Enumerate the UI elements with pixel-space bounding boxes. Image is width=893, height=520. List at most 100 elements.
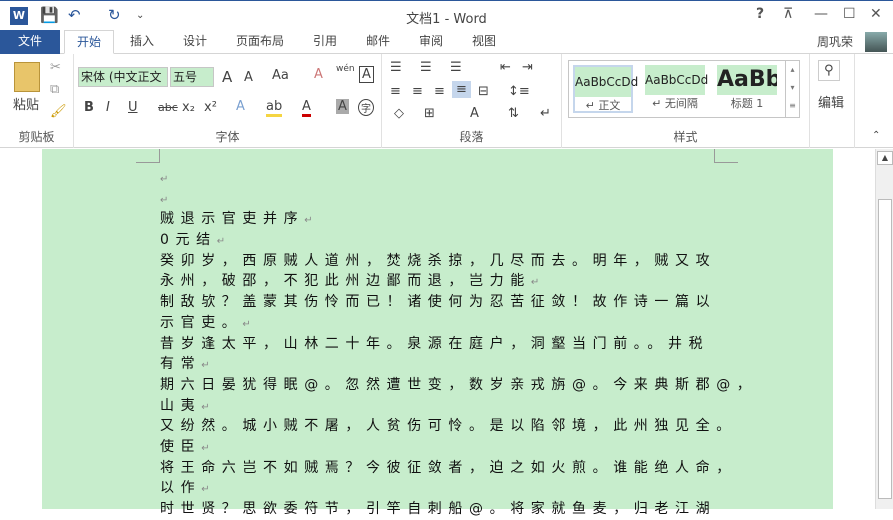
paste-icon[interactable]: [14, 62, 40, 92]
line-spacing-icon[interactable]: ↕≡: [508, 84, 530, 99]
text-line: 将王命六岂不如贼焉？今彼征敛者，迫之如火煎。谁能绝人命，: [160, 458, 757, 479]
gallery-scroll[interactable]: ▴ ▾ ≡: [785, 61, 799, 117]
superscript-button[interactable]: x²: [204, 100, 217, 115]
tab-design[interactable]: 设计: [183, 30, 207, 54]
style-heading-1[interactable]: AaBb 标题 1: [717, 65, 777, 113]
copy-icon[interactable]: ⧉: [50, 82, 59, 97]
tab-layout[interactable]: 页面布局: [236, 30, 284, 54]
editing-button[interactable]: 编辑: [818, 92, 844, 111]
line-text: 永州，破邵，不犯此州边鄙而退，岂力能: [160, 273, 531, 290]
paste-button[interactable]: 粘贴: [13, 94, 39, 113]
font-size-select[interactable]: 五号: [170, 67, 214, 87]
line-text: 癸卯岁，西原贼人道州，焚烧杀掠，几尽而去。明年，贼又攻: [160, 252, 717, 269]
line-text: 有常: [160, 356, 202, 373]
text-line: ↵: [160, 168, 757, 189]
change-case-icon[interactable]: Aa: [272, 68, 289, 83]
ribbon-display-button[interactable]: ⊼: [783, 6, 793, 22]
tab-mailings[interactable]: 邮件: [366, 30, 390, 54]
justify-icon[interactable]: ≡: [452, 81, 471, 98]
paragraph-mark-icon: ↵: [160, 174, 169, 185]
maximize-button[interactable]: ☐: [843, 6, 856, 22]
style-name: ↵ 无间隔: [652, 97, 698, 110]
subscript-button[interactable]: x₂: [182, 100, 195, 115]
text-line: ↵: [160, 189, 757, 210]
line-text: 示官吏。: [160, 314, 243, 331]
text-line: 癸卯岁，西原贼人道州，焚烧杀掠，几尽而去。明年，贼又攻: [160, 251, 757, 272]
char-border-icon[interactable]: A: [359, 66, 374, 83]
line-text: 将王命六岂不如贼焉？今彼征敛者，迫之如火煎。谁能绝人命，: [160, 459, 737, 476]
strikethrough-button[interactable]: abc: [158, 101, 178, 114]
tab-review[interactable]: 审阅: [419, 30, 443, 54]
scroll-up-icon[interactable]: ▲: [877, 151, 893, 165]
minimize-button[interactable]: —: [814, 6, 828, 22]
increase-indent-icon[interactable]: ⇥: [522, 60, 533, 75]
bold-button[interactable]: B: [84, 100, 94, 115]
clipboard-label: 剪贴板: [18, 130, 55, 144]
char-shading-icon[interactable]: A: [336, 99, 349, 114]
paragraph-mark-icon: ↵: [242, 318, 251, 330]
line-text: 山夷: [160, 397, 202, 414]
asian-layout-icon[interactable]: A: [470, 106, 479, 121]
help-button[interactable]: ?: [756, 6, 764, 22]
line-text: 时世贤？思欲委符节，引竿自刺船@。将家就鱼麦，归老江湖: [160, 501, 717, 517]
style-no-spacing[interactable]: AaBbCcDd ↵ 无间隔: [645, 65, 708, 113]
font-group: 宋体 (中文正文 五号 A A Aa A wén A B I U abc x₂ …: [74, 54, 382, 148]
text-effects-icon[interactable]: A: [236, 99, 245, 114]
bullets-icon[interactable]: ☰: [390, 60, 402, 75]
text-line: 昔岁逢太平，山林二十年。泉源在庭户，洞壑当门前。。井税: [160, 334, 757, 355]
find-icon[interactable]: ⚲: [818, 60, 840, 81]
font-name-select[interactable]: 宋体 (中文正文: [78, 67, 168, 87]
sort-icon[interactable]: ⇅: [508, 106, 519, 121]
grow-font-icon[interactable]: A: [222, 68, 232, 86]
text-line: 使臣↵: [160, 437, 757, 458]
numbering-icon[interactable]: ☰: [420, 60, 432, 75]
document-text[interactable]: ↵ ↵ 贼退示官吏并序↵ 0元结↵ 癸卯岁，西原贼人道州，焚烧杀掠，几尽而去。明年，贼又…: [160, 168, 757, 520]
scroll-thumb[interactable]: [878, 199, 892, 499]
font-label: 字体: [215, 130, 240, 144]
style-name: 标题 1: [730, 97, 764, 110]
tab-references[interactable]: 引用: [313, 30, 337, 54]
align-right-icon[interactable]: ≡: [434, 84, 445, 99]
paragraph-group: ☰ ☰ ☰ ⇤ ⇥ ≡ ≡ ≡ ≡ ⊟ ↕≡ ◇ ⊞ A ⇅ ↵ 段落: [382, 54, 562, 148]
tab-home[interactable]: 开始: [64, 30, 114, 54]
vertical-scrollbar[interactable]: ▲: [875, 149, 893, 509]
multilevel-list-icon[interactable]: ☰: [450, 60, 462, 75]
cut-icon[interactable]: ✂: [50, 60, 61, 75]
distributed-icon[interactable]: ⊟: [478, 84, 489, 99]
user-name[interactable]: 周巩荣: [817, 33, 853, 50]
decrease-indent-icon[interactable]: ⇤: [500, 60, 511, 75]
format-painter-icon[interactable]: 🖌: [50, 104, 67, 119]
clear-format-icon[interactable]: A: [314, 67, 323, 82]
line-text: 期六日晏犹得眠@。忽然遭世变，数岁亲戎旃@。今来典斯郡@，: [160, 376, 758, 393]
shrink-font-icon[interactable]: A: [244, 70, 253, 85]
tab-insert[interactable]: 插入: [130, 30, 154, 54]
ribbon-tabs: 文件 开始 插入 设计 页面布局 引用 邮件 审阅 视图 周巩荣: [0, 30, 893, 54]
italic-button[interactable]: I: [106, 100, 110, 115]
show-marks-icon[interactable]: ↵: [540, 106, 551, 121]
phonetic-guide-icon[interactable]: wén: [336, 64, 355, 74]
line-text: 昔岁逢太平，山林二十年。泉源在庭户，洞壑当门前。。井税: [160, 335, 710, 352]
font-color-icon[interactable]: A: [302, 99, 311, 117]
shading-icon[interactable]: ◇: [394, 106, 404, 121]
avatar[interactable]: [865, 32, 887, 52]
style-preview: AaBbCcDd: [575, 67, 638, 97]
style-normal[interactable]: AaBbCcDd ↵ 正文: [573, 65, 638, 113]
paragraph-mark-icon: ↵: [530, 277, 540, 289]
underline-button[interactable]: U: [128, 100, 138, 115]
paragraph-mark-icon: ↵: [160, 194, 169, 206]
collapse-ribbon-icon[interactable]: ⌃: [872, 130, 880, 141]
text-line: 期六日晏犹得眠@。忽然遭世变，数岁亲戎旃@。今来典斯郡@，: [160, 375, 757, 396]
close-button[interactable]: ✕: [870, 6, 882, 22]
borders-icon[interactable]: ⊞: [424, 106, 435, 121]
document-page[interactable]: ↵ ↵ 贼退示官吏并序↵ 0元结↵ 癸卯岁，西原贼人道州，焚烧杀掠，几尽而去。明年，贼又…: [42, 149, 833, 517]
align-center-icon[interactable]: ≡: [412, 84, 423, 99]
style-preview: AaBb: [717, 65, 777, 95]
tab-file[interactable]: 文件: [0, 30, 60, 54]
tab-view[interactable]: 视图: [472, 30, 496, 54]
align-left-icon[interactable]: ≡: [390, 84, 401, 99]
highlight-icon[interactable]: ab: [266, 99, 283, 117]
paragraph-mark-icon: ↵: [201, 442, 210, 454]
text-line: 贼退示官吏并序↵: [160, 209, 757, 230]
paragraph-mark-icon: ↵: [216, 236, 226, 248]
enclose-char-icon[interactable]: 字: [358, 99, 374, 116]
